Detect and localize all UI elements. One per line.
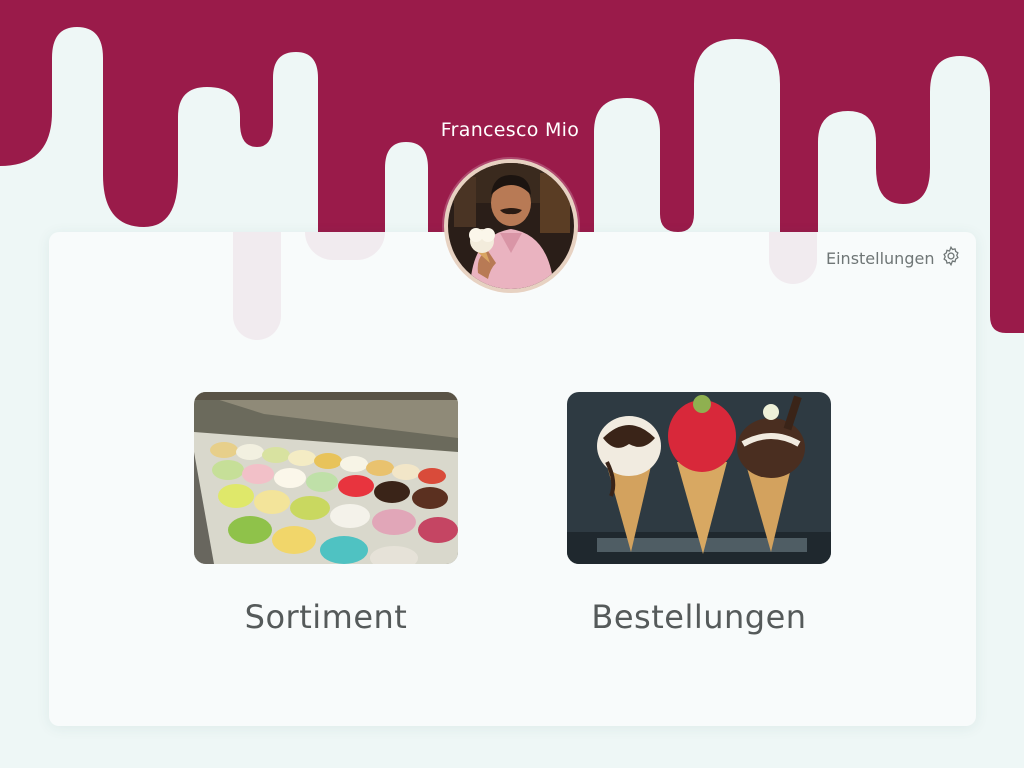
drip-decoration [769, 232, 817, 284]
orders-label[interactable]: Bestellungen [527, 598, 871, 636]
settings-label: Einstellungen [826, 248, 935, 268]
settings-button[interactable]: Einstellungen [826, 245, 962, 271]
main-card [49, 232, 976, 726]
drip-decoration [305, 232, 385, 260]
sortiment-label[interactable]: Sortiment [154, 598, 498, 636]
ice-cream-cones-image[interactable] [567, 392, 831, 564]
avatar-frame[interactable] [444, 159, 578, 293]
avatar-photo [448, 163, 574, 289]
gelato-display-image[interactable] [194, 392, 458, 564]
gear-icon [940, 245, 962, 271]
orders-tile[interactable]: Bestellungen [567, 392, 831, 636]
sortiment-tile[interactable]: Sortiment [194, 392, 458, 636]
user-name: Francesco Mio [440, 119, 580, 141]
avatar[interactable] [448, 163, 574, 289]
drip-decoration [233, 232, 281, 340]
